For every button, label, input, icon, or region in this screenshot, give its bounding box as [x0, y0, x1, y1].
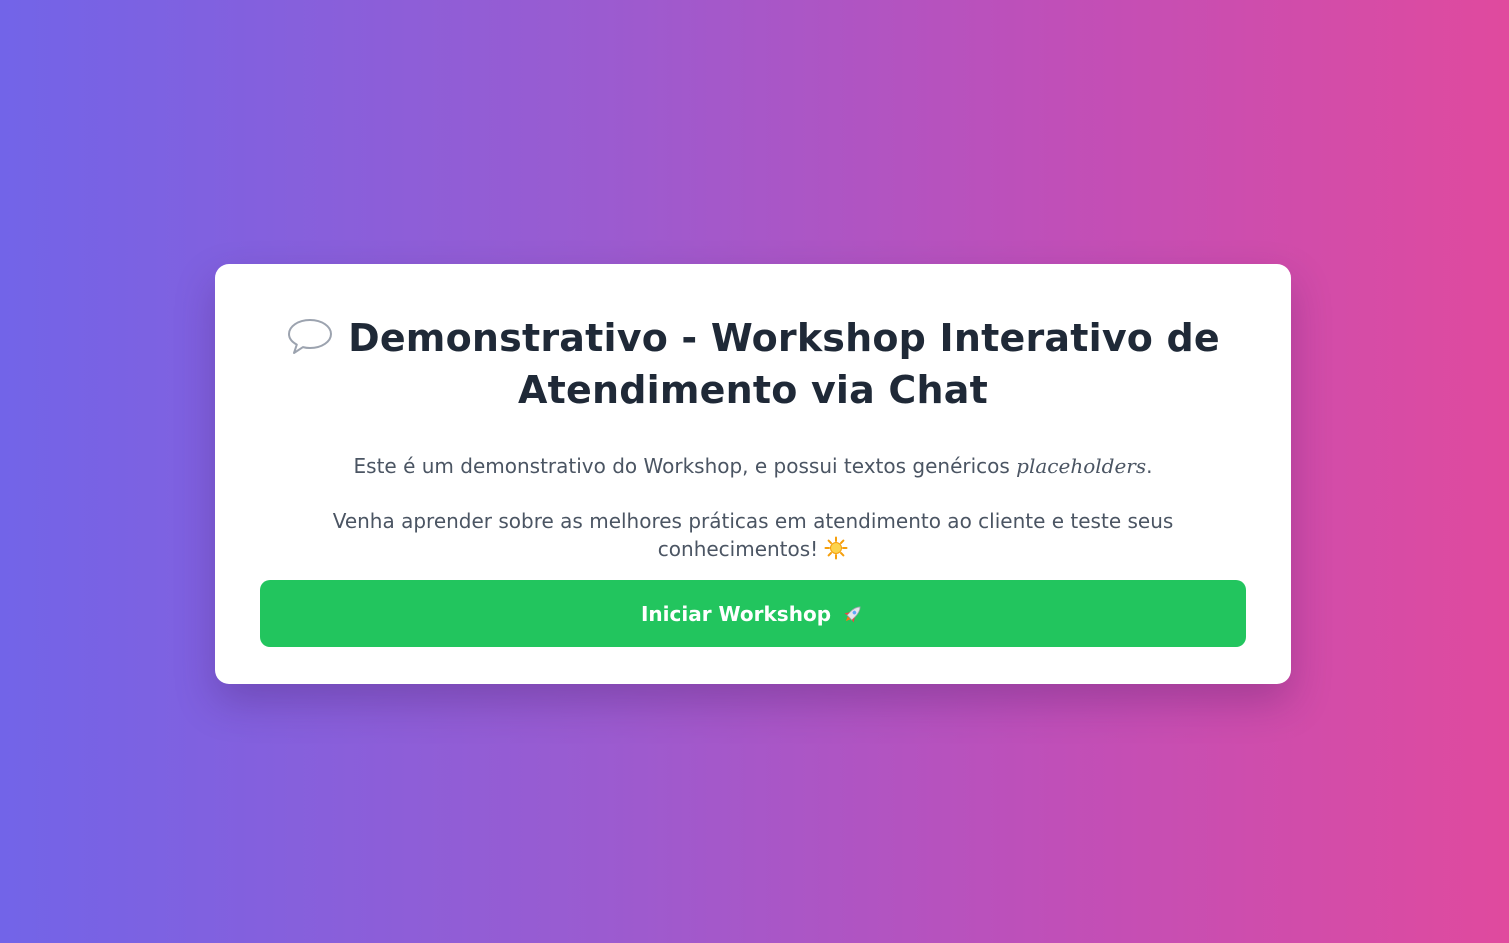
start-workshop-button[interactable]: Iniciar Workshop [260, 580, 1246, 647]
page-title-text: Demonstrativo - Workshop Interativo de A… [348, 316, 1220, 412]
intro-text: Este é um demonstrativo do Workshop, e p… [260, 452, 1246, 480]
start-workshop-label: Iniciar Workshop [640, 601, 832, 626]
intro-prefix: Este é um demonstrativo do Workshop, e p… [353, 454, 1017, 478]
speech-bubble-icon [288, 319, 333, 354]
sun-icon [824, 536, 848, 560]
welcome-card: Demonstrativo - Workshop Interativo de A… [215, 264, 1291, 684]
cta-text: Venha aprender sobre as melhores prática… [323, 507, 1183, 563]
intro-emphasis: placeholders [1016, 454, 1147, 478]
page-title: Demonstrativo - Workshop Interativo de A… [260, 312, 1246, 416]
rocket-icon [844, 606, 861, 622]
cta-text-content: Venha aprender sobre as melhores prática… [332, 509, 1174, 561]
intro-suffix: . [1146, 454, 1153, 478]
